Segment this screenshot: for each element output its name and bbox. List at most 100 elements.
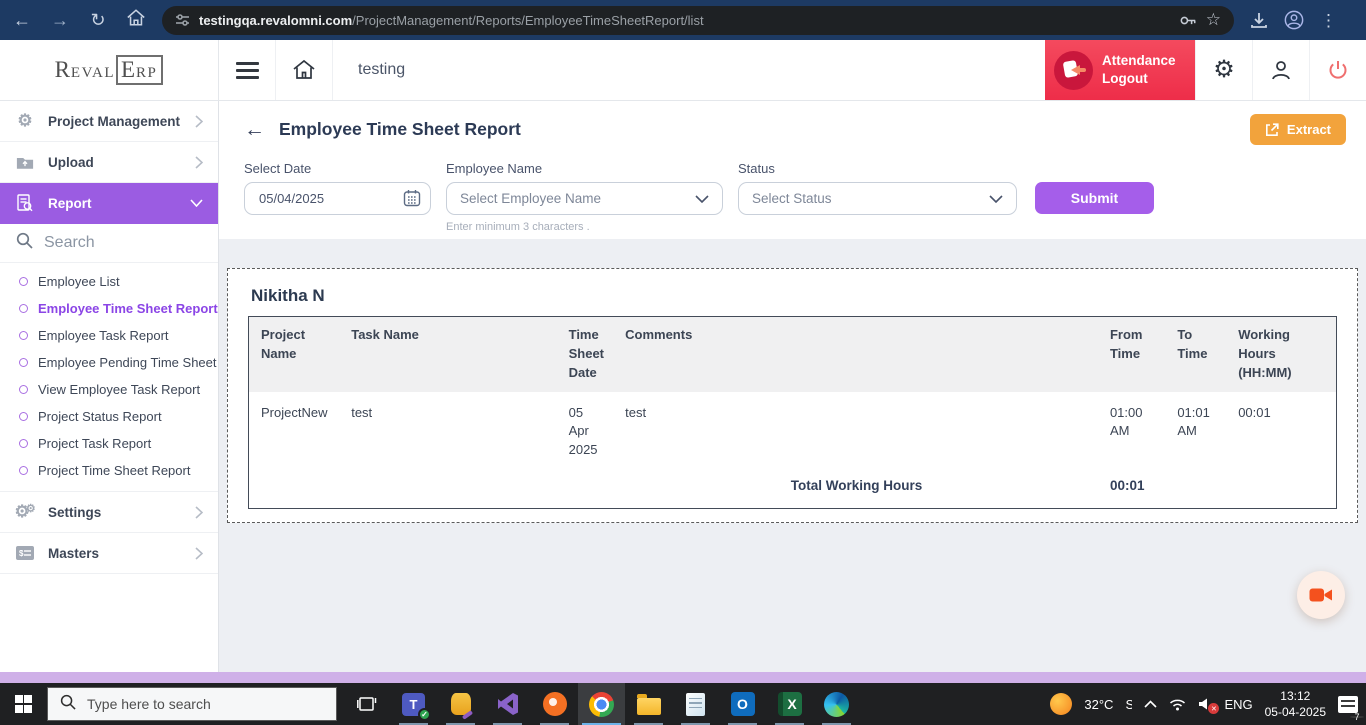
page-title: Employee Time Sheet Report <box>279 119 521 140</box>
sidebar-item-label: Settings <box>48 505 101 520</box>
language-indicator[interactable]: ENG <box>1224 697 1252 712</box>
workspace-name: testing <box>358 61 405 79</box>
notification-center-icon[interactable]: 7 <box>1338 696 1358 713</box>
browser-home-icon[interactable] <box>124 8 148 32</box>
date-label: Select Date <box>244 161 431 176</box>
radio-bullet-icon <box>19 466 28 475</box>
date: 05-04-2025 <box>1265 704 1326 720</box>
chrome-app-icon[interactable] <box>578 683 625 725</box>
upload-folder-icon <box>15 155 35 170</box>
weather-icon[interactable] <box>1050 693 1072 715</box>
submenu-view-employee-task-report[interactable]: View Employee Task Report <box>0 376 218 403</box>
clock[interactable]: 13:12 05-04-2025 <box>1265 688 1326 720</box>
sidebar-search-input[interactable] <box>44 234 184 252</box>
status-select[interactable]: Select Status <box>738 182 1017 215</box>
table-row: ProjectNew test 05 Apr 2025 test 01:00 A… <box>249 392 1336 475</box>
radio-bullet-icon <box>19 277 28 286</box>
radio-bullet-icon <box>19 439 28 448</box>
employee-hint: Enter minimum 3 characters . <box>446 221 723 233</box>
volume-muted-icon[interactable]: ✕ <box>1198 697 1212 711</box>
cell-date: 05 Apr 2025 <box>557 392 614 475</box>
show-hidden-icons-chevron[interactable] <box>1144 700 1157 708</box>
file-explorer-app-icon[interactable] <box>625 683 672 725</box>
cell-project: ProjectNew <box>249 392 339 475</box>
attendance-logout-button[interactable]: AttendanceLogout <box>1045 40 1195 100</box>
submenu-project-task-report[interactable]: Project Task Report <box>0 430 218 457</box>
sidebar-item-label: Report <box>48 196 92 211</box>
col-working-hours: Working Hours (HH:MM) <box>1226 317 1336 392</box>
taskbar-search-input[interactable] <box>87 696 307 712</box>
ssms-app-icon[interactable] <box>437 683 484 725</box>
employee-name-label: Employee Name <box>446 161 723 176</box>
sidebar-item-masters[interactable]: $ Masters <box>0 533 218 574</box>
chevron-right-icon <box>195 156 203 169</box>
submenu-employee-pending-time-sheet[interactable]: Employee Pending Time Sheet <box>0 349 218 376</box>
edge-app-icon[interactable] <box>813 683 860 725</box>
sidebar-search[interactable] <box>0 224 218 263</box>
user-profile-icon[interactable] <box>1252 40 1309 100</box>
chevron-right-icon <box>195 115 203 128</box>
home-icon[interactable] <box>276 40 333 100</box>
temperature[interactable]: 32°C <box>1084 697 1113 712</box>
password-key-icon[interactable] <box>1179 13 1197 28</box>
visual-studio-app-icon[interactable] <box>484 683 531 725</box>
chevron-down-icon <box>989 191 1003 206</box>
window-edge-strip <box>0 672 1366 683</box>
sidebar-item-settings[interactable]: ⚙⚙ Settings <box>0 492 218 533</box>
teams-app-icon[interactable]: T✓ <box>390 683 437 725</box>
radio-bullet-icon <box>19 385 28 394</box>
report-section: Nikitha N Project Name Task Name Time Sh… <box>227 268 1358 523</box>
task-view-button[interactable] <box>343 683 390 725</box>
refresh-icon[interactable]: ↻ <box>86 10 110 31</box>
site-info-icon[interactable] <box>175 13 190 27</box>
postman-app-icon[interactable] <box>531 683 578 725</box>
sidebar-item-project-management[interactable]: ⚙ Project Management <box>0 101 218 142</box>
system-tray: 32°C S ✕ ENG 13:12 05-04-2025 7 <box>1050 688 1366 720</box>
submenu-employee-time-sheet-report[interactable]: Employee Time Sheet Report <box>0 295 218 322</box>
chevron-right-icon <box>195 547 203 560</box>
power-icon[interactable] <box>1309 40 1366 100</box>
wifi-icon[interactable] <box>1169 698 1186 711</box>
weather-label-truncated: S <box>1125 697 1132 712</box>
col-comments: Comments <box>613 317 1098 392</box>
browser-profile-icon[interactable] <box>1284 10 1304 30</box>
submenu-employee-list[interactable]: Employee List <box>0 268 218 295</box>
hamburger-menu-icon[interactable] <box>219 40 276 100</box>
calendar-icon[interactable] <box>403 189 421 212</box>
taskbar-search[interactable] <box>47 687 337 721</box>
sidebar-item-report[interactable]: Report <box>0 183 218 224</box>
excel-app-icon[interactable]: X <box>766 683 813 725</box>
project-management-icon: ⚙ <box>15 111 35 131</box>
total-row: Total Working Hours 00:01 <box>249 474 1336 508</box>
sidebar-item-upload[interactable]: Upload <box>0 142 218 183</box>
back-icon[interactable]: ← <box>10 10 34 31</box>
report-submenu: Employee List Employee Time Sheet Report… <box>0 263 218 492</box>
download-icon[interactable] <box>1250 12 1268 29</box>
back-arrow-icon[interactable]: ← <box>244 119 265 140</box>
chevron-right-icon <box>195 506 203 519</box>
sidebar-item-label: Upload <box>48 155 94 170</box>
browser-toolbar: ← → ↻ testingqa.revalomni.com/ProjectMan… <box>0 0 1366 40</box>
address-bar[interactable]: testingqa.revalomni.com/ProjectManagemen… <box>162 6 1234 35</box>
submenu-employee-task-report[interactable]: Employee Task Report <box>0 322 218 349</box>
mute-x-badge: ✕ <box>1208 703 1219 714</box>
forward-icon[interactable]: → <box>48 10 72 31</box>
notepad-app-icon[interactable] <box>672 683 719 725</box>
url-text: testingqa.revalomni.com/ProjectManagemen… <box>199 13 1170 28</box>
browser-menu-icon[interactable]: ⋮ <box>1320 12 1337 29</box>
bookmark-star-icon[interactable]: ☆ <box>1206 10 1221 30</box>
screen-record-camera-button[interactable] <box>1297 571 1345 619</box>
sidebar: ⚙ Project Management Upload Report Empl <box>0 101 219 672</box>
employee-name-select[interactable]: Select Employee Name <box>446 182 723 215</box>
submit-button[interactable]: Submit <box>1035 182 1154 214</box>
total-working-hours-value: 00:01 <box>1098 474 1165 508</box>
timesheet-table: Project Name Task Name Time Sheet Date C… <box>249 317 1336 508</box>
start-button[interactable] <box>0 683 47 725</box>
submenu-project-time-sheet-report[interactable]: Project Time Sheet Report <box>0 457 218 484</box>
sidebar-item-label: Masters <box>48 546 99 561</box>
extract-button[interactable]: Extract <box>1250 114 1346 145</box>
settings-gear-icon[interactable]: ⚙ <box>1195 40 1252 100</box>
submenu-project-status-report[interactable]: Project Status Report <box>0 403 218 430</box>
settings-gears-icon: ⚙⚙ <box>15 502 35 522</box>
outlook-app-icon[interactable]: O <box>719 683 766 725</box>
